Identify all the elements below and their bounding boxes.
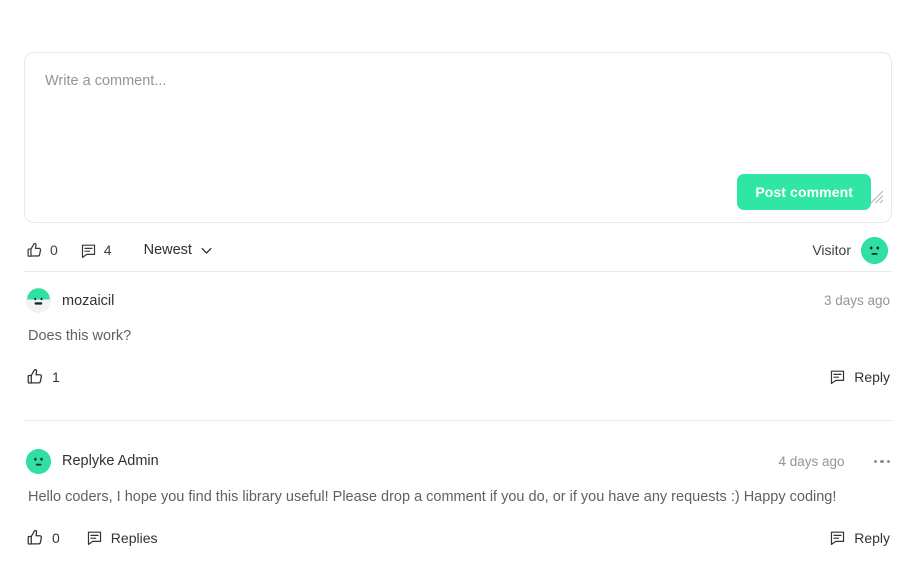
- reply-button-label: Reply: [854, 529, 890, 546]
- section-like-count: 0: [50, 242, 58, 258]
- comment-bubble-icon: [86, 529, 103, 546]
- comment-author[interactable]: Replyke Admin: [62, 453, 159, 469]
- reply-button[interactable]: Reply: [829, 368, 890, 385]
- comment-bubble-icon: [80, 242, 97, 259]
- comment-bubble-icon: [829, 529, 846, 546]
- comment-like-button[interactable]: 1: [26, 368, 60, 386]
- thumbs-up-icon: [26, 529, 44, 547]
- section-comment-count: 4: [103, 242, 112, 258]
- comment-bubble-icon: [829, 368, 846, 385]
- comment-like-count: 0: [52, 529, 60, 546]
- thumbs-up-icon: [26, 242, 43, 259]
- comment-like-button[interactable]: 0: [26, 529, 60, 547]
- comment-item: Replyke Admin 4 days ago Hello coders, I…: [24, 421, 892, 555]
- comment-body: Does this work?: [28, 328, 132, 344]
- show-replies-label: Replies: [110, 529, 158, 546]
- chevron-down-icon: [199, 243, 214, 258]
- comment-composer-card: Write a comment... Post comment: [24, 52, 892, 223]
- visitor-account-button[interactable]: Visitor: [812, 236, 888, 264]
- visitor-avatar[interactable]: [861, 236, 888, 264]
- sort-dropdown[interactable]: Newest: [144, 242, 214, 258]
- comment-timestamp: 4 days ago: [778, 453, 845, 469]
- comment-actions: 0 Replies Reply: [26, 529, 890, 547]
- comment-textarea[interactable]: Write a comment...: [45, 71, 871, 91]
- comment-header: mozaicil 3 days ago: [26, 288, 890, 313]
- comment-actions: 1 Reply: [26, 368, 890, 386]
- avatar[interactable]: [26, 448, 51, 474]
- thumbs-up-icon: [26, 368, 44, 386]
- reply-button-label: Reply: [854, 368, 890, 385]
- section-like-button[interactable]: 0: [26, 242, 58, 259]
- sort-dropdown-label: Newest: [143, 242, 192, 258]
- comment-author[interactable]: mozaicil: [62, 293, 114, 309]
- show-replies-button[interactable]: Replies: [86, 529, 158, 546]
- comment-header: Replyke Admin 4 days ago: [26, 448, 890, 474]
- comment-like-count: 1: [52, 368, 60, 385]
- comments-toolbar: 0 4 Newest Visitor: [24, 229, 892, 271]
- visitor-label: Visitor: [812, 242, 851, 258]
- comment-timestamp: 3 days ago: [823, 293, 890, 308]
- comment-body: Hello coders, I hope you find this libra…: [28, 488, 837, 505]
- toolbar-counters: 0 4 Newest: [26, 242, 214, 259]
- comment-item: mozaicil 3 days ago Does this work? 1 Re…: [24, 272, 892, 394]
- comment-options-menu-icon[interactable]: [873, 459, 890, 463]
- replyke-comment-section: Write a comment... Post comment 0 4 Newe…: [24, 52, 892, 555]
- post-comment-button[interactable]: Post comment: [737, 174, 871, 210]
- avatar[interactable]: [26, 288, 51, 313]
- comments-widget-page: Write a comment... Post comment 0 4 Newe…: [0, 0, 915, 577]
- textarea-resize-handle[interactable]: [870, 190, 884, 204]
- reply-button[interactable]: Reply: [829, 529, 890, 546]
- section-comment-count-button[interactable]: 4: [80, 242, 112, 259]
